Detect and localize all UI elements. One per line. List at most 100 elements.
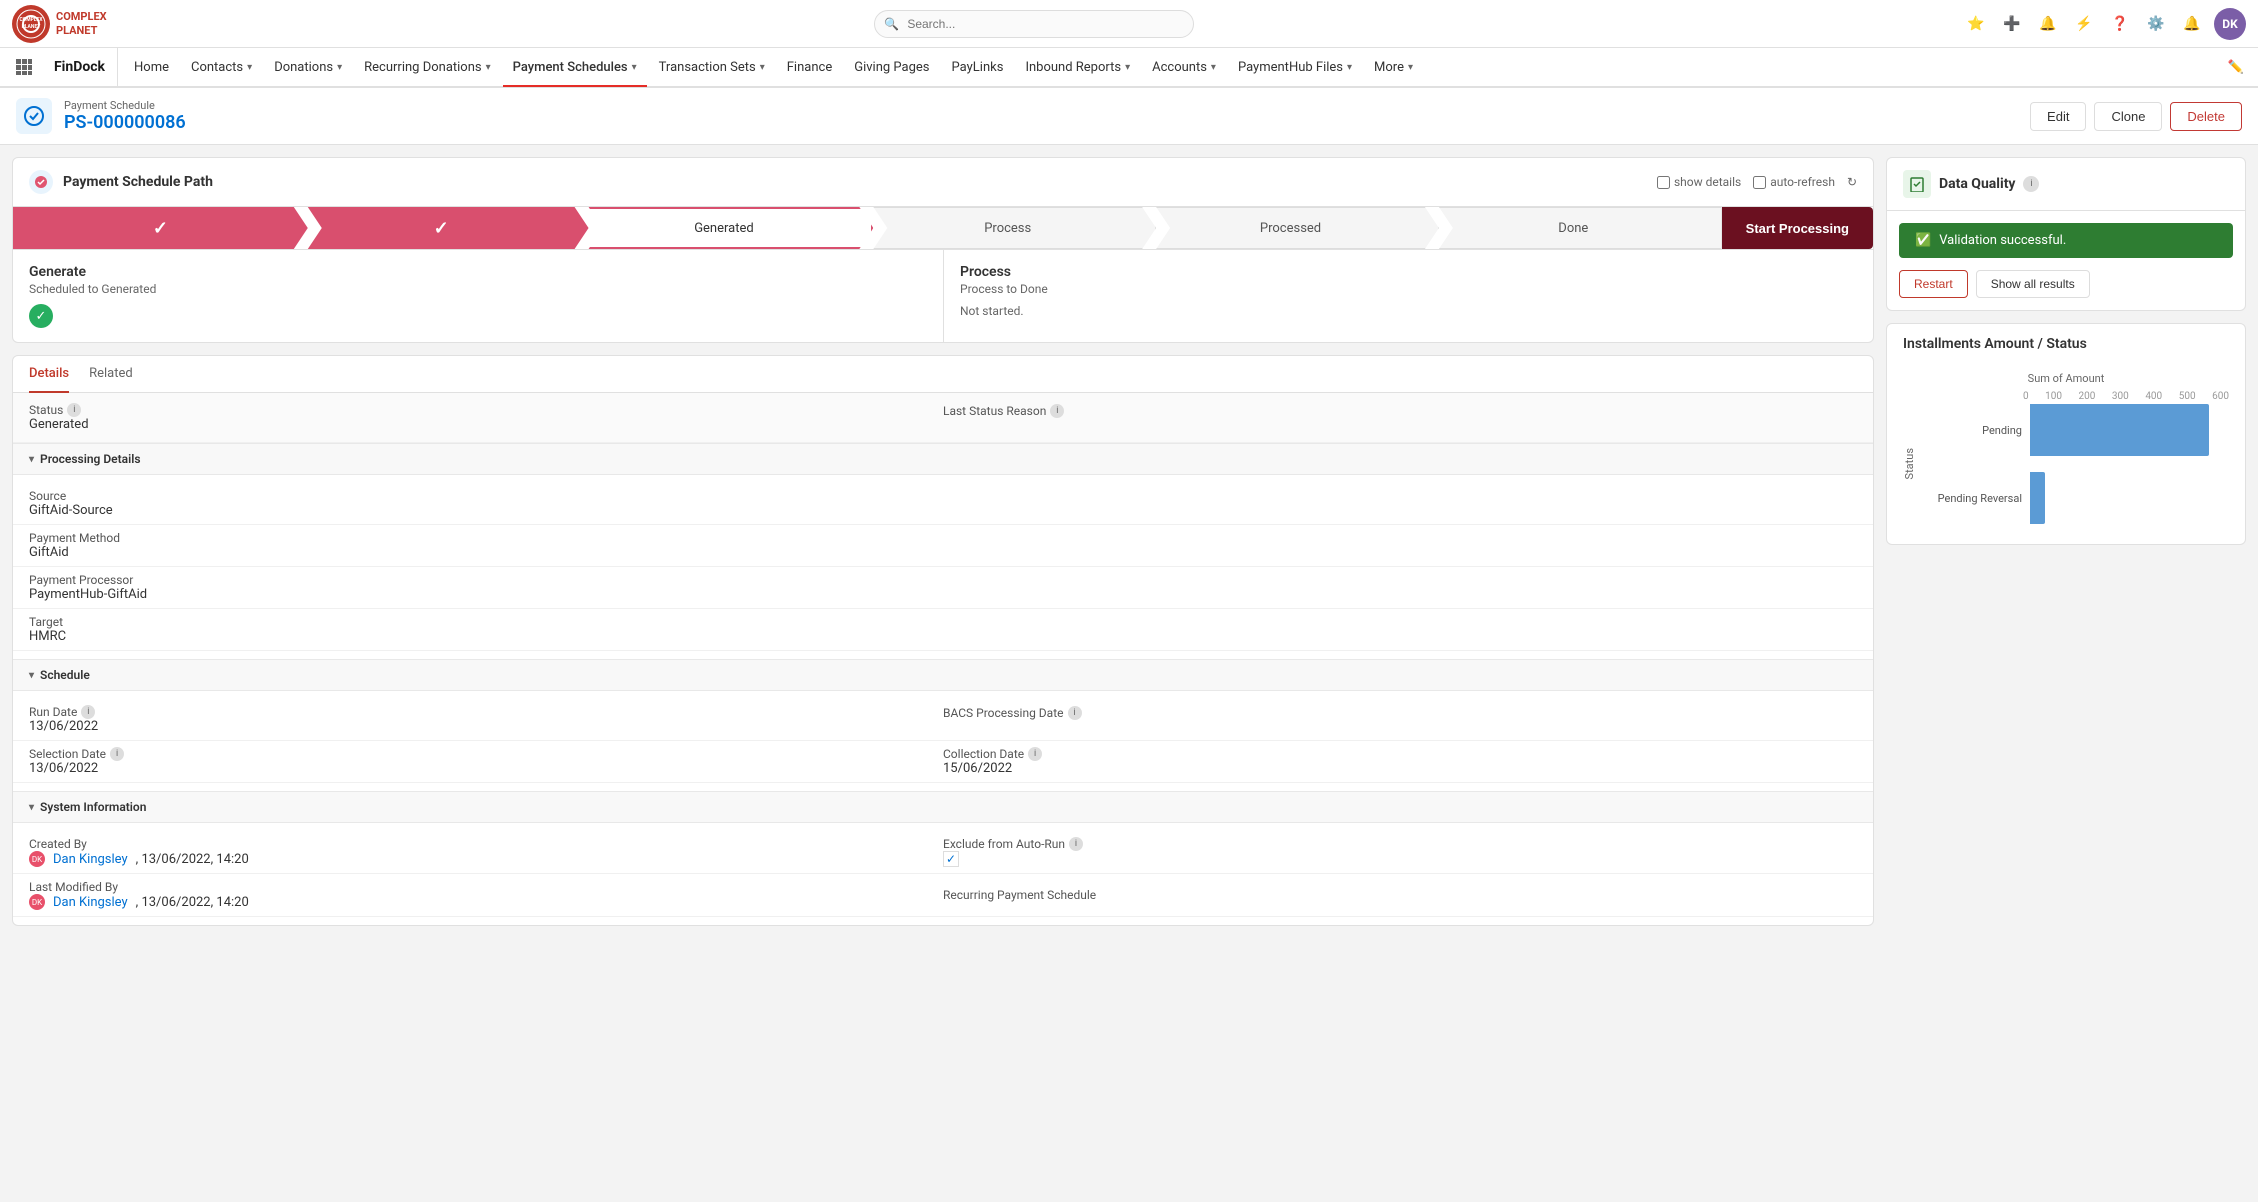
avatar[interactable]: DK [2214, 8, 2246, 40]
apps-icon[interactable] [8, 51, 40, 83]
payment-method-value: GiftAid ✏️ [29, 545, 943, 560]
created-by-value: DK Dan Kingsley , 13/06/2022, 14:20 [29, 851, 943, 867]
selection-date-info-icon[interactable]: i [110, 747, 124, 761]
generate-status: ✓ [29, 304, 927, 328]
nav-paylinks[interactable]: PayLinks [942, 49, 1014, 87]
run-date-info-icon[interactable]: i [81, 705, 95, 719]
nav-inbound-reports[interactable]: Inbound Reports ▾ [1015, 49, 1140, 87]
target-label: Target [29, 615, 943, 629]
exclude-checkbox[interactable]: ✓ [943, 851, 959, 867]
contacts-chevron: ▾ [247, 62, 252, 73]
accounts-chevron: ▾ [1211, 62, 1216, 73]
pending-bar-row: Pending [1920, 404, 2229, 456]
status-field: Status i Generated ✏️ [29, 403, 943, 432]
search-input[interactable] [874, 10, 1194, 38]
record-name[interactable]: PS-000000086 [64, 112, 2030, 133]
recurring-payment-field: Recurring Payment Schedule [943, 888, 1857, 902]
sum-of-amount-label: Sum of Amount [1903, 372, 2229, 385]
collection-date-label: Collection Date i [943, 747, 1857, 761]
last-modified-by-link[interactable]: Dan Kingsley [53, 895, 128, 910]
schedule-section: Run Date i 13/06/2022 ✏️ BACS Processing… [13, 691, 1873, 791]
donations-chevron: ▾ [337, 62, 342, 73]
generate-area: Generate Scheduled to Generated ✓ [13, 250, 943, 342]
edit-button[interactable]: Edit [2030, 102, 2086, 131]
axis-400: 400 [2145, 391, 2162, 402]
auto-refresh-checkbox[interactable] [1753, 176, 1766, 189]
nav-contacts[interactable]: Contacts ▾ [181, 49, 262, 87]
tab-details[interactable]: Details [29, 356, 69, 393]
help-icon[interactable]: ❓ [2106, 10, 2134, 38]
step-process: Process [859, 207, 1156, 249]
data-quality-info-icon[interactable]: i [2023, 176, 2039, 192]
restart-button[interactable]: Restart [1899, 270, 1968, 298]
paymenthub-files-chevron: ▾ [1347, 62, 1352, 73]
step-1: ✓ [13, 207, 308, 249]
nav-more[interactable]: More ▾ [1364, 49, 1423, 87]
step-2-label: ✓ [434, 218, 449, 239]
card-header: Payment Schedule Path show details auto-… [13, 158, 1873, 207]
right-panel: Data Quality i ✅ Validation successful. … [1886, 157, 2246, 926]
gear-icon[interactable]: ⚙️ [2142, 10, 2170, 38]
bacs-info-icon[interactable]: i [1068, 706, 1082, 720]
nav-finance[interactable]: Finance [777, 49, 842, 87]
nav-recurring[interactable]: Recurring Donations ▾ [354, 49, 501, 87]
nav-home[interactable]: Home [124, 49, 179, 87]
data-quality-card: Data Quality i ✅ Validation successful. … [1886, 157, 2246, 311]
favorites-icon[interactable]: ⭐ [1962, 10, 1990, 38]
nav-brand[interactable]: FinDock [42, 48, 118, 86]
nav-donations[interactable]: Donations ▾ [264, 49, 352, 87]
auto-refresh-label[interactable]: auto-refresh [1753, 175, 1835, 189]
activity-icon[interactable]: 🔔 [2034, 10, 2062, 38]
delete-button[interactable]: Delete [2170, 102, 2242, 131]
created-by-link[interactable]: Dan Kingsley [53, 852, 128, 867]
show-all-results-button[interactable]: Show all results [1976, 270, 2090, 298]
exclude-auto-run-field: Exclude from Auto-Run i ✓ ✏️ [943, 837, 1857, 867]
source-label: Source [29, 489, 943, 503]
refresh-icon[interactable]: ↻ [1847, 175, 1857, 189]
payment-processor-value: PaymentHub-GiftAid ✏️ [29, 587, 943, 602]
show-details-label[interactable]: show details [1657, 175, 1741, 189]
run-date-label: Run Date i [29, 705, 943, 719]
schedule-chevron-icon: ▾ [29, 670, 34, 681]
tab-related[interactable]: Related [89, 356, 133, 393]
nav-transaction-sets[interactable]: Transaction Sets ▾ [649, 49, 775, 87]
chart-section: Installments Amount / Status Sum of Amou… [1887, 324, 2245, 544]
svg-text:COMPLEX: COMPLEX [19, 17, 43, 23]
nav-accounts[interactable]: Accounts ▾ [1142, 49, 1226, 87]
processing-details-title: Processing Details [40, 452, 140, 466]
bolt-icon[interactable]: ⚡ [2070, 10, 2098, 38]
last-status-reason-field: Last Status Reason i ✏️ [943, 404, 1857, 431]
clone-button[interactable]: Clone [2094, 102, 2162, 131]
exclude-info-icon[interactable]: i [1069, 837, 1083, 851]
setup-icon[interactable]: ✏️ [2222, 53, 2250, 81]
schedule-title: Schedule [40, 668, 90, 682]
nav-giving-pages[interactable]: Giving Pages [844, 49, 939, 87]
axis-500: 500 [2179, 391, 2196, 402]
system-info-section: Created By DK Dan Kingsley , 13/06/2022,… [13, 823, 1873, 925]
nav-payment-schedules[interactable]: Payment Schedules ▾ [503, 49, 647, 87]
target-field: Target HMRC ✏️ [29, 615, 943, 644]
search-bar[interactable]: 🔍 [874, 10, 1194, 38]
schedule-header[interactable]: ▾ Schedule [13, 659, 1873, 691]
status-info-icon[interactable]: i [67, 403, 81, 417]
process-subtitle: Process to Done [960, 282, 1857, 296]
processing-details-header[interactable]: ▾ Processing Details [13, 443, 1873, 475]
last-status-info-icon[interactable]: i [1050, 404, 1064, 418]
collection-date-value: 15/06/2022 ✏️ [943, 761, 1857, 776]
source-row: Source GiftAid-Source ✏️ [13, 483, 1873, 525]
last-modified-by-label: Last Modified By [29, 880, 943, 894]
start-processing-button[interactable]: Start Processing [1722, 207, 1873, 249]
exclude-auto-run-value: ✓ ✏️ [943, 851, 1857, 867]
logo[interactable]: COMPLEX PLANET COMPLEX PLANET [12, 5, 107, 43]
show-details-checkbox[interactable] [1657, 176, 1670, 189]
system-info-header[interactable]: ▾ System Information [13, 791, 1873, 823]
step-processed: Processed [1142, 207, 1439, 249]
left-panel: Payment Schedule Path show details auto-… [12, 157, 1874, 926]
nav-paymenthub-files[interactable]: PaymentHub Files ▾ [1228, 49, 1362, 87]
selection-date-field: Selection Date i 13/06/2022 ✏️ [29, 747, 943, 776]
chart-bars-area: Pending Pending Reversal [1920, 404, 2229, 524]
collection-date-info-icon[interactable]: i [1028, 747, 1042, 761]
plus-icon[interactable]: ➕ [1998, 10, 2026, 38]
notification-icon[interactable]: 🔔 [2178, 10, 2206, 38]
pipeline-row: ✓ ✓ Generated Process [13, 207, 1873, 249]
